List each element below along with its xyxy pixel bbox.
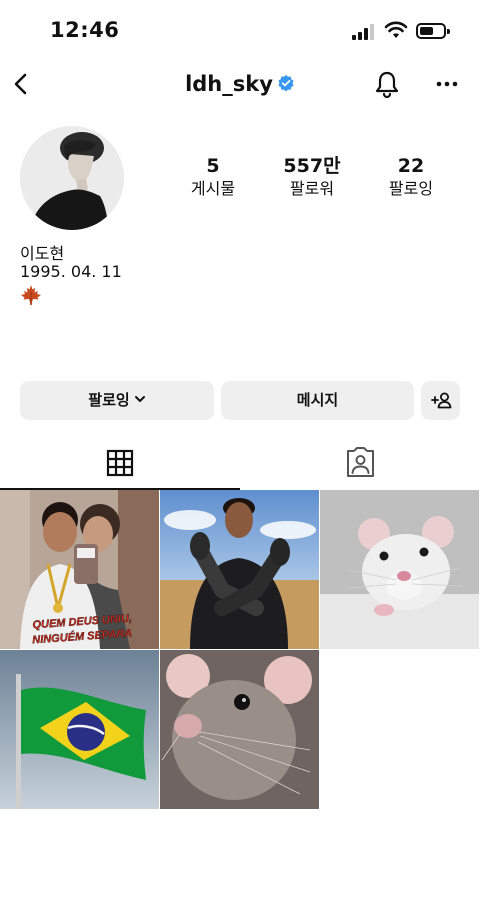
post-tile-5[interactable] [160, 650, 319, 809]
stat-followers[interactable]: 557만 팔로워 [267, 154, 357, 200]
profile-avatar[interactable] [20, 126, 124, 230]
add-person-icon [431, 392, 452, 409]
status-bar: 12:46 [0, 0, 480, 58]
post-tile-4[interactable] [0, 650, 159, 809]
post-tile-1[interactable]: QUEM DEUS UNIU, NINGUÉM SEPARA [0, 490, 159, 649]
verified-badge-icon [278, 74, 294, 92]
posts-label: 게시물 [190, 179, 236, 198]
profile-name: 이도현 [20, 244, 65, 263]
chevron-down-icon [134, 395, 145, 402]
profile-bio-date: 1995. 04. 11 [20, 262, 122, 281]
status-time: 12:46 [50, 18, 120, 42]
profile-header: ldh_sky [0, 62, 480, 108]
notification-bell-icon[interactable] [372, 68, 402, 100]
message-button[interactable]: 메시지 [221, 381, 414, 420]
message-button-label: 메시지 [296, 391, 339, 409]
following-button-label: 팔로잉 [88, 391, 130, 409]
stat-posts[interactable]: 5 게시물 [168, 154, 258, 200]
following-label: 팔로잉 [388, 179, 434, 198]
post-tile-3[interactable] [320, 490, 479, 649]
cellular-signal-icon [352, 24, 376, 40]
tab-posts-grid[interactable] [0, 440, 240, 490]
stat-following[interactable]: 22 팔로잉 [366, 154, 456, 200]
username-title: ldh_sky [0, 72, 480, 96]
wifi-icon [384, 21, 408, 38]
tab-tagged[interactable] [240, 440, 480, 490]
following-count: 22 [397, 155, 425, 177]
suggest-people-button[interactable] [421, 381, 460, 420]
posts-count: 5 [206, 155, 220, 177]
tagged-person-icon [347, 447, 374, 477]
followers-label: 팔로워 [289, 179, 335, 198]
followers-count: 557만 [283, 155, 341, 177]
post-tile-2[interactable] [160, 490, 319, 649]
maple-leaf-icon [21, 285, 41, 305]
battery-icon [416, 23, 450, 39]
following-button[interactable]: 팔로잉 [20, 381, 214, 420]
more-options-icon[interactable] [432, 68, 462, 100]
username: ldh_sky [185, 72, 273, 96]
grid-icon [106, 449, 134, 477]
